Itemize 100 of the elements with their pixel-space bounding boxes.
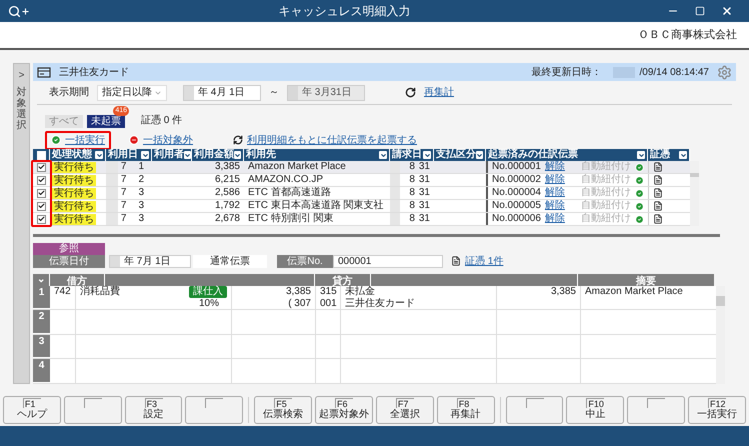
scrollbar[interactable] [716,286,725,384]
table-row[interactable]: 実行待ち 7 3 2,586 ETC 首都高速道路 8 31 No.000004 解除 自動紐付け [33,187,690,200]
settings-icon[interactable] [717,64,732,80]
view-tab[interactable]: 未起票 [87,115,125,128]
reference-tab[interactable]: 参照 [33,242,105,255]
document-icon[interactable] [653,201,663,212]
payee-cell-text: AMAZON.CO.JP [247,174,324,186]
voucher-no-field[interactable]: 000001 [333,254,443,268]
row-checkbox[interactable] [37,202,46,211]
amount-cell-text: 2,586 [214,187,241,200]
table-row[interactable]: 実行待ち 7 3 1,792 ETC 東日本高速道路 関東支社 8 31 No.000005 解除 自動紐付け [33,200,690,214]
action-link[interactable]: 一括対象外 [143,132,193,148]
document-icon[interactable] [653,188,663,198]
document-icon [451,256,461,266]
row-checkbox[interactable] [37,176,46,185]
column-header: 摘要 [578,274,714,286]
action-link[interactable]: 利用明細をもとに仕訳伝票を起票する [247,132,417,148]
column-header[interactable]: 処理状態 [50,149,106,162]
company-name: ＯＢＣ商事株式会社 [638,28,737,43]
scrollbar[interactable] [690,161,699,226]
dropdown-icon [637,151,645,160]
account-name: 未払金 [345,286,376,298]
select-all-checkbox[interactable] [36,150,46,160]
bill-date: 8 31 [409,161,431,174]
date-label: 伝票日付 [33,254,105,268]
refresh-icon[interactable] [405,87,416,98]
check-icon [51,135,61,146]
dropdown-icon [95,151,103,160]
table-row[interactable]: 実行待ち 7 1 3,385 Amazon Market Place 8 31 No.000001 解除 自動紐付け [33,161,690,174]
date-to-field[interactable]: 年 3月31日 [287,84,365,101]
payee-cell-text: Amazon Market Place [247,161,347,174]
action-link[interactable]: 一括実行 [65,132,105,148]
table-row[interactable]: 実行待ち 7 2 6,215 AMAZON.CO.JP 8 31 No.000002 解除 自動紐付け [33,174,690,188]
status-tag: 実行待ち [52,214,96,225]
function-key[interactable]: F5 伝票検索 [254,396,312,424]
masked-year [390,174,400,186]
release-link[interactable]: 解除 [544,161,565,174]
function-key[interactable]: F8 再集計 [436,396,495,424]
document-icon[interactable] [653,175,663,186]
use-date: 7 1 [120,161,145,174]
column-header[interactable]: 起票済みの仕訳伝票 [486,149,648,162]
row-number: 1 [33,286,50,310]
column-header: 貸方 [315,274,371,286]
column-header[interactable]: 利用先 [244,149,390,162]
release-link[interactable]: 解除 [544,200,565,212]
column-header[interactable]: 利用金額 [192,149,244,162]
function-key[interactable]: F7 全選択 [376,396,434,424]
masked-year [390,200,400,212]
column-header[interactable]: 証憑 [648,149,690,162]
check-icon [635,202,644,211]
column-header[interactable]: 利用日 [106,149,152,162]
recalc-link[interactable]: 再集計 [424,85,454,100]
document-icon[interactable] [653,214,663,224]
payee-cell-text: ETC 東日本高速道路 関東支社 [247,200,385,212]
voucher-date-field[interactable]: 年 7月 1日 [109,254,191,268]
masked-year [390,213,400,226]
row-checkbox[interactable] [37,214,46,224]
function-key[interactable]: F6 起票対象外 [315,396,373,424]
document-icon[interactable] [653,162,663,172]
amount-cell-text: 6,215 [214,174,241,186]
release-link[interactable]: 解除 [544,213,565,226]
expand-icon[interactable]: ⌄ [33,274,50,286]
payee-cell-text: ETC 特別割引 関東 [247,213,335,226]
function-key[interactable]: F1 ヘルプ [3,396,61,424]
dropdown-icon [141,151,149,160]
release-link[interactable]: 解除 [544,187,565,200]
row-checkbox[interactable] [37,162,46,172]
date-from-field[interactable]: 年 4月 1日 [183,84,261,101]
account-name: 消耗品費 [80,286,120,298]
bill-date: 8 31 [409,174,431,186]
account-code: 742 [54,286,72,298]
evidence-link[interactable]: 証憑 1件 [465,254,504,269]
function-key[interactable]: F12 一括実行 [688,396,746,424]
column-header[interactable]: 支払区分 [434,149,486,162]
row-checkbox[interactable] [37,188,46,198]
function-key[interactable]: F3 設定 [124,396,182,424]
maximize-icon[interactable] [695,6,705,16]
column-header[interactable]: 請求日 [390,149,434,162]
period-dropdown[interactable]: 指定日以降 [97,84,167,101]
tilde: ～ [269,86,279,100]
amount-cell: 3,385 [286,286,311,298]
period-label: 表示期間 [49,86,89,100]
check-icon [635,162,644,172]
side-tab[interactable]: > 対象選択 [13,63,30,384]
amount-cell-text: 2,678 [214,213,241,226]
use-date: 7 3 [120,213,145,226]
masked-year [106,213,118,226]
voucher-number: No.000005 [492,200,541,212]
function-key[interactable]: F10 中止 [566,396,624,424]
check-icon [635,188,644,198]
zoom-in-icon[interactable] [8,4,30,18]
use-date: 7 3 [120,200,145,212]
check-icon [635,176,644,185]
table-row[interactable]: 実行待ち 7 3 2,678 ETC 特別割引 関東 8 31 No.000006 解除 自動紐付け [33,213,690,226]
release-link[interactable]: 解除 [544,174,565,186]
close-icon[interactable] [721,5,733,17]
auto-link-label: 自動紐付け [581,200,631,212]
dropdown-icon [679,151,687,160]
column-header[interactable]: 利用者 [152,149,192,162]
evidence-count: 証憑 0 件 [141,114,182,128]
